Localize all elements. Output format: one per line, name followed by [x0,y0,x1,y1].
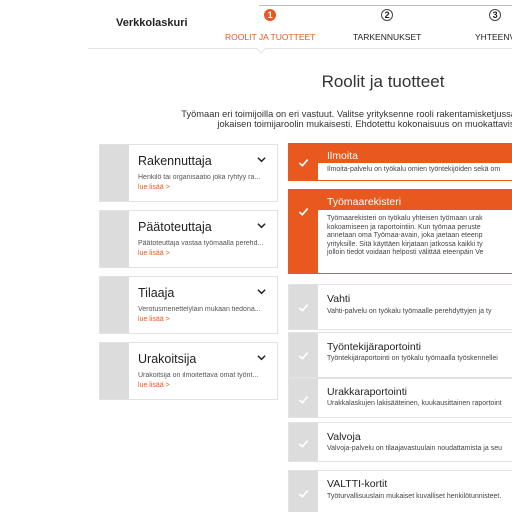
product-valvoja[interactable]: Valvoja Valvoja-palvelu on tilaajavastuu… [288,422,512,462]
product-vahti[interactable]: Vahti Vahti-palvelu on työkalu työmaalle… [288,284,512,330]
product-urakkaraportointi[interactable]: Urakkaraportointi Urakkalaskujen lakisää… [288,378,512,418]
read-more-link[interactable]: lue lisää > [138,250,170,257]
stepper: 1 ROOLIT JA TUOTTEET 2 TARKENNUKSET 3 YH… [0,0,512,50]
check-icon [298,490,309,498]
role-card-urakoitsija[interactable]: Urakoitsija Urakoitsija on ilmoitettava … [99,342,278,400]
chevron-down-icon[interactable] [257,221,266,230]
read-more-link[interactable]: lue lisää > [138,382,170,389]
role-card-paatoteuttaja[interactable]: Päätoteuttaja Päätoteuttaja vastaa työma… [99,210,278,268]
role-name: Tilaaja [138,286,175,300]
step-label: TARKENNUKSET [353,32,422,42]
product-description-line: yrityksille. Sitä käyttäen kirjataan jat… [327,240,483,248]
role-strip [100,343,129,399]
product-tyontekijaraportointi[interactable]: Työntekijäraportointi Työntekijäraportoi… [288,332,512,378]
step-label: ROOLIT JA TUOTTEET [225,32,316,42]
role-strip [100,277,129,333]
intro-line: jokaisen toimijaroolin mukaisesti. Ehdot… [217,119,512,129]
check-icon [298,440,309,448]
check-icon [298,304,309,312]
role-name: Urakoitsija [138,352,197,366]
role-name: Rakennuttaja [138,154,212,168]
product-description: Ilmoita-palvelu on työkalu omien työntek… [327,166,501,173]
product-checkbox[interactable] [289,423,318,461]
step-refinements[interactable]: 2 TARKENNUKSET [353,9,421,42]
chevron-down-icon[interactable] [257,155,266,164]
product-name: Työmaarekisteri [327,196,402,208]
role-description: Urakoitsija on ilmoitettava omat työnt..… [138,372,259,379]
product-description-line: kokoamiseen ja raportointiin. Kun työmaa… [327,223,481,231]
step-label: YHTEENV [475,32,512,42]
product-ilmoita[interactable]: Ilmoita Ilmoita-palvelu on työkalu omien… [288,143,512,181]
product-name: Vahti [327,293,351,305]
step-number: 1 [264,9,277,21]
product-valtti-kortit[interactable]: VALTTI-kortit Työturvallisuuslain mukais… [288,470,512,512]
role-description: Verotusmenettelylain mukaan tiedona... [138,306,261,313]
role-strip [100,211,129,267]
product-description-line: annetaan oma Työmaa-avain, joka jaetaan … [327,232,483,240]
role-description: Päätoteuttaja vastaa työmaalla perehd... [138,240,264,247]
role-strip [100,145,129,201]
product-description: Urakkalaskujen lakisääteinen, kuukausitt… [327,400,502,407]
product-name: Ilmoita [327,150,358,162]
product-tyomaarekisteri[interactable]: Työmaarekisteri Työmaarekisteri on työka… [288,189,512,274]
header-divider [88,48,512,49]
product-name: Urakkaraportointi [327,386,407,398]
step-roles-products[interactable]: 1 ROOLIT JA TUOTTEET [225,9,315,42]
product-description: Työmaarekisteri on työkalu yhteisen työm… [327,215,483,258]
step-summary[interactable]: 3 YHTEENV [475,9,512,42]
page-title: Roolit ja tuotteet [321,72,445,91]
role-name: Päätoteuttaja [138,220,212,234]
intro-line: Työmaan eri toimijoilla on eri vastuut. … [181,109,512,119]
product-description-line: Työmaarekisteri on työkalu yhteisen työm… [327,215,483,222]
product-description-line: jolloin tiedot voidaan helposti välittää… [327,249,484,257]
read-more-link[interactable]: lue lisää > [138,184,170,191]
product-checkbox[interactable] [289,471,318,512]
check-icon [298,208,309,216]
chevron-down-icon[interactable] [257,353,266,362]
intro-text: Työmaan eri toimijoilla on eri vastuut. … [0,109,512,129]
product-checkbox[interactable] [289,285,318,329]
product-description: Vahti-palvelu on työkalu työmaalle pereh… [327,308,492,315]
product-name: Työntekijäraportointi [327,341,421,353]
progress-line [259,5,512,6]
product-checkbox[interactable] [289,333,318,377]
product-checkbox[interactable] [289,144,318,180]
role-card-tilaaja[interactable]: Tilaaja Verotusmenettelylain mukaan tied… [99,276,278,334]
check-icon [298,352,309,360]
role-card-rakennuttaja[interactable]: Rakennuttaja Henkilö tai organisaatio jo… [99,144,278,202]
product-checkbox[interactable] [289,379,318,417]
product-description: Valvoja-palvelu on tilaajavastuulain nou… [327,445,502,452]
product-checkbox[interactable] [289,190,318,273]
product-name: VALTTI-kortit [327,478,388,490]
product-description: Työntekijäraportointi on työkalu työmaal… [327,355,498,362]
read-more-link[interactable]: lue lisää > [138,316,170,323]
product-name: Valvoja [327,431,361,443]
chevron-down-icon[interactable] [257,287,266,296]
check-icon [298,396,309,404]
product-description: Työturvallisuuslain mukaiset kuvalliset … [327,493,502,500]
check-icon [298,159,309,167]
page: Verkkolaskuri 1 ROOLIT JA TUOTTEET 2 TAR… [0,0,512,512]
step-number: 2 [381,9,394,21]
role-description: Henkilö tai organisaatio joka ryhtyy ra.… [138,174,261,181]
step-number: 3 [489,9,502,21]
